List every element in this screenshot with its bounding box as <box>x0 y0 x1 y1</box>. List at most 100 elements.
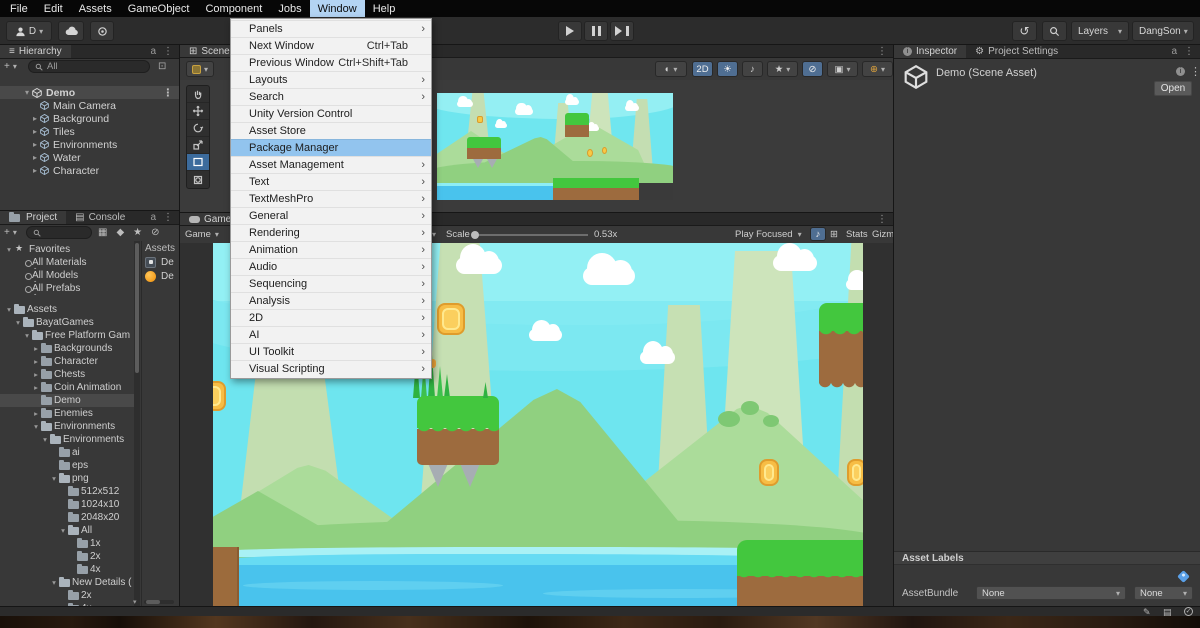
star-filter-icon[interactable]: ★ <box>133 227 142 238</box>
rect-tool[interactable] <box>187 154 209 171</box>
horizontal-scrollbar[interactable] <box>144 600 174 604</box>
project-tree-row[interactable]: 2x <box>0 550 134 563</box>
project-tree-row[interactable]: ▸ Backgrounds <box>0 342 134 355</box>
project-tree-row[interactable]: 4x <box>0 563 134 576</box>
kebab-icon[interactable]: ⋮ <box>163 212 173 223</box>
tab-console[interactable]: ▤ Console <box>66 211 134 224</box>
project-tree-row[interactable]: 2048x20 <box>0 511 134 524</box>
search-filter-icon[interactable]: ⊡ <box>158 61 166 72</box>
view-hand-tool[interactable] <box>187 86 209 103</box>
undo-history-button[interactable]: ↺ <box>1012 21 1037 41</box>
project-tree-scrollbar[interactable]: ▾ <box>134 241 140 606</box>
scene-visibility-toggle[interactable]: ⊘ <box>802 61 823 77</box>
project-tree-row[interactable]: Demo <box>0 394 134 407</box>
foldout-icon[interactable]: ▸ <box>31 344 41 353</box>
project-tree-row[interactable]: ▾ Free Platform Gam <box>0 329 134 342</box>
foldout-icon[interactable]: ▾ <box>40 435 50 444</box>
menubar-item[interactable]: File <box>2 0 36 17</box>
project-tree-row[interactable]: ▸ Chests <box>0 368 134 381</box>
menu-item[interactable]: Asset Management › <box>231 156 431 173</box>
project-tree-row[interactable] <box>0 295 134 303</box>
foldout-icon[interactable]: ▸ <box>30 166 40 175</box>
help-icon[interactable]: i <box>1176 67 1185 76</box>
foldout-icon[interactable]: ▸ <box>30 127 40 136</box>
layout-dropdown[interactable]: DangSon ▾ <box>1132 21 1194 41</box>
foldout-icon[interactable]: ▾ <box>49 474 59 483</box>
foldout-icon[interactable]: ▾ <box>4 245 14 254</box>
project-tree-row[interactable]: ▾ New Details ( <box>0 576 134 589</box>
menubar-item[interactable]: Window <box>310 0 365 17</box>
menu-item[interactable]: 2D › <box>231 309 431 326</box>
pause-button[interactable] <box>584 21 608 41</box>
scroll-down-icon[interactable]: ▾ <box>133 598 137 606</box>
project-tree-row[interactable]: ▾ BayatGames <box>0 316 134 329</box>
rotate-tool[interactable] <box>187 120 209 137</box>
menu-item[interactable]: Layouts › <box>231 71 431 88</box>
foldout-icon[interactable]: ▾ <box>13 318 23 327</box>
menubar-item[interactable]: Edit <box>36 0 71 17</box>
audio-toggle[interactable]: ♪ <box>742 61 763 77</box>
menu-item[interactable]: Audio › <box>231 258 431 275</box>
open-button[interactable]: Open <box>1154 81 1192 96</box>
menu-item[interactable]: Animation › <box>231 241 431 258</box>
hierarchy-create-button[interactable]: + ▾ <box>4 61 17 72</box>
tab-project[interactable]: Project <box>0 211 66 224</box>
menu-item[interactable]: Panels › <box>231 20 431 37</box>
asset-item[interactable]: De <box>142 269 179 283</box>
project-create-button[interactable]: + ▾ <box>4 227 17 238</box>
tag-icon[interactable] <box>1177 570 1190 583</box>
project-tree-row[interactable]: ▾ png <box>0 472 134 485</box>
menubar-item[interactable]: Assets <box>71 0 120 17</box>
project-tree-row[interactable]: ▾ Environments <box>0 433 134 446</box>
hierarchy-item[interactable]: ▸ Water <box>0 151 179 164</box>
scale-tool[interactable] <box>187 137 209 154</box>
project-tree-row[interactable]: 512x512 <box>0 485 134 498</box>
hierarchy-search-input[interactable]: All <box>28 60 150 73</box>
draw-mode-dropdown[interactable]: ◐ ▾ <box>655 61 687 77</box>
menu-item[interactable]: TextMeshPro › <box>231 190 431 207</box>
foldout-icon[interactable]: ▾ <box>49 578 59 587</box>
step-button[interactable] <box>610 21 634 41</box>
menu-item[interactable]: General › <box>231 207 431 224</box>
foldout-icon[interactable]: ▾ <box>22 88 32 97</box>
menubar-item[interactable]: Jobs <box>270 0 309 17</box>
menu-item[interactable]: AI › <box>231 326 431 343</box>
kebab-icon[interactable]: ⋮ <box>163 87 174 99</box>
project-tree-row[interactable]: All Models <box>0 269 134 282</box>
menu-item[interactable]: Unity Version Control <box>231 105 431 122</box>
foldout-icon[interactable]: ▸ <box>31 357 41 366</box>
menu-item[interactable]: UI Toolkit › <box>231 343 431 360</box>
foldout-icon[interactable]: ▸ <box>30 140 40 149</box>
stats-toggle[interactable]: Stats <box>846 226 868 243</box>
menubar-item[interactable]: GameObject <box>120 0 198 17</box>
kebab-icon[interactable]: ⋮ <box>1184 46 1194 57</box>
hierarchy-item[interactable]: Main Camera <box>0 99 179 112</box>
hierarchy-item[interactable]: ▸ Tiles <box>0 125 179 138</box>
vsync-icon-button[interactable]: ⊞ <box>830 226 838 243</box>
play-focused-dropdown[interactable]: Play Focused ▾ <box>735 226 802 243</box>
project-tree-row[interactable]: 1024x10 <box>0 498 134 511</box>
hierarchy-item[interactable]: ▸ Environments <box>0 138 179 151</box>
project-tree-row[interactable]: ▾ All <box>0 524 134 537</box>
play-button[interactable] <box>558 21 582 41</box>
check-circle-icon[interactable]: ✓ <box>1184 607 1193 616</box>
asset-item[interactable]: De <box>142 255 179 269</box>
search-button[interactable] <box>1042 21 1067 41</box>
foldout-icon[interactable]: ▾ <box>58 526 68 535</box>
assetbundle-dropdown[interactable]: None ▾ <box>976 586 1126 600</box>
foldout-icon[interactable]: ▾ <box>22 331 32 340</box>
tab-project-settings[interactable]: ⚙ Project Settings <box>966 45 1067 58</box>
lock-icon[interactable]: a <box>1171 46 1177 57</box>
project-search-input[interactable] <box>26 226 92 239</box>
foldout-icon[interactable]: ▸ <box>31 383 41 392</box>
slider-track[interactable] <box>472 234 588 236</box>
tag-filter-icon[interactable]: ◆ <box>116 227 124 238</box>
menu-item[interactable]: Rendering › <box>231 224 431 241</box>
mute-audio-toggle[interactable]: ♪ <box>810 227 826 241</box>
menu-item[interactable]: Previous Window Ctrl+Shift+Tab <box>231 54 431 71</box>
kebab-icon[interactable]: ⋮ <box>163 46 173 57</box>
project-tree-row[interactable]: 1x <box>0 537 134 550</box>
project-tree-row[interactable]: All Materials <box>0 256 134 269</box>
project-tree-row[interactable]: ▸ Enemies <box>0 407 134 420</box>
foldout-icon[interactable]: ▸ <box>30 114 40 123</box>
